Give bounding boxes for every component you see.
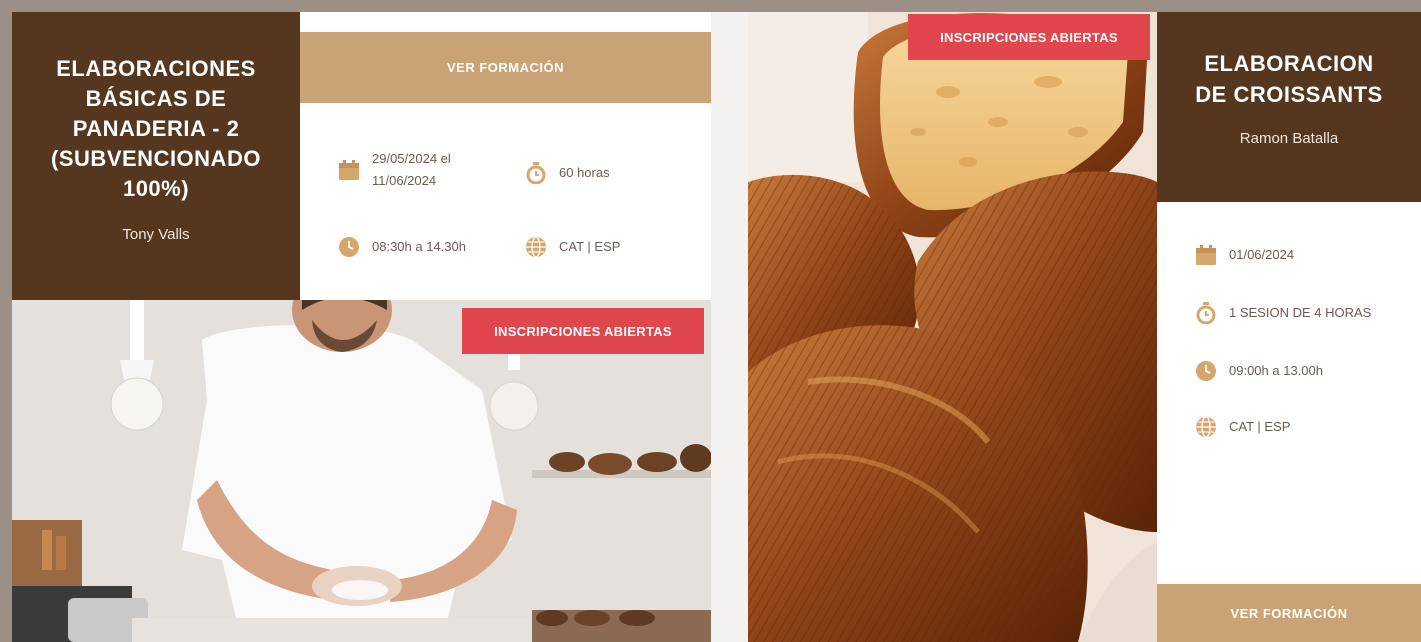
- title-line: ELABORACIONES: [56, 56, 256, 81]
- course-schedule: 09:00h a 13.00h: [1195, 360, 1323, 382]
- title-line: (SUBVENCIONADO: [51, 146, 261, 171]
- course-date: 01/06/2024: [1195, 244, 1294, 266]
- globe-icon: [525, 236, 547, 258]
- ver-formacion-button[interactable]: VER FORMACIÓN: [1157, 584, 1421, 642]
- title-line: PANADERIA - 2: [72, 116, 240, 141]
- clock-icon: [1195, 360, 1217, 382]
- calendar-icon: [1195, 244, 1217, 266]
- course-sessions: 1 SESION DE 4 HORAS: [1195, 302, 1372, 325]
- date-start: 29/05/2024 el: [372, 151, 451, 166]
- language-text: CAT | ESP: [1229, 419, 1291, 434]
- timer-icon: [525, 162, 547, 185]
- course-dates: 29/05/2024 el 11/06/2024: [338, 148, 451, 192]
- course-schedule: 08:30h a 14.30h: [338, 236, 466, 258]
- date-text: 01/06/2024: [1229, 247, 1295, 262]
- inscripciones-abiertas-badge[interactable]: INSCRIPCIONES ABIERTAS: [462, 308, 704, 354]
- course-info-panel: 01/06/2024 1 SESION DE 4 HORAS 09:00h a …: [1157, 202, 1421, 584]
- clock-icon: [338, 236, 360, 258]
- course-info-panel: VER FORMACIÓN 29/05/2024 el 11/06/2024 6…: [300, 12, 711, 300]
- schedule-text: 08:30h a 14.30h: [372, 239, 466, 254]
- course-card-croissants[interactable]: INSCRIPCIONES ABIERTAS ELABORACION DE CR…: [748, 12, 1421, 642]
- title-line: 100%): [122, 176, 190, 201]
- course-duration: 60 horas: [525, 162, 610, 185]
- globe-icon: [1195, 416, 1217, 438]
- title-line: BÁSICAS DE: [85, 86, 227, 111]
- course-author: Ramon Batalla: [1239, 130, 1339, 147]
- croissants-photo: [748, 12, 1157, 642]
- course-dates-text: 29/05/2024 el 11/06/2024: [372, 148, 451, 192]
- schedule-text: 09:00h a 13.00h: [1229, 363, 1323, 378]
- course-author: Tony Valls: [122, 226, 190, 243]
- calendar-icon: [338, 159, 360, 181]
- course-language: CAT | ESP: [525, 236, 620, 258]
- title-line: ELABORACION: [1204, 51, 1374, 76]
- course-title-panel: ELABORACION DE CROISSANTS Ramon Batalla: [1157, 12, 1421, 202]
- duration-text: 60 horas: [559, 165, 610, 180]
- sessions-text: 1 SESION DE 4 HORAS: [1229, 305, 1372, 320]
- course-title: ELABORACIONES BÁSICAS DE PANADERIA - 2 (…: [12, 54, 300, 204]
- title-line: DE CROISSANTS: [1195, 82, 1383, 107]
- ver-formacion-button[interactable]: VER FORMACIÓN: [300, 32, 711, 103]
- page: ELABORACIONES BÁSICAS DE PANADERIA - 2 (…: [12, 12, 1421, 642]
- language-text: CAT | ESP: [559, 239, 621, 254]
- inscripciones-abiertas-badge[interactable]: INSCRIPCIONES ABIERTAS: [908, 14, 1150, 60]
- timer-icon: [1195, 302, 1217, 325]
- course-card-panaderia[interactable]: ELABORACIONES BÁSICAS DE PANADERIA - 2 (…: [12, 12, 711, 642]
- date-end: 11/06/2024: [372, 173, 437, 188]
- course-title-panel: ELABORACIONES BÁSICAS DE PANADERIA - 2 (…: [12, 12, 300, 300]
- course-language: CAT | ESP: [1195, 416, 1290, 438]
- course-title: ELABORACION DE CROISSANTS: [1157, 48, 1421, 110]
